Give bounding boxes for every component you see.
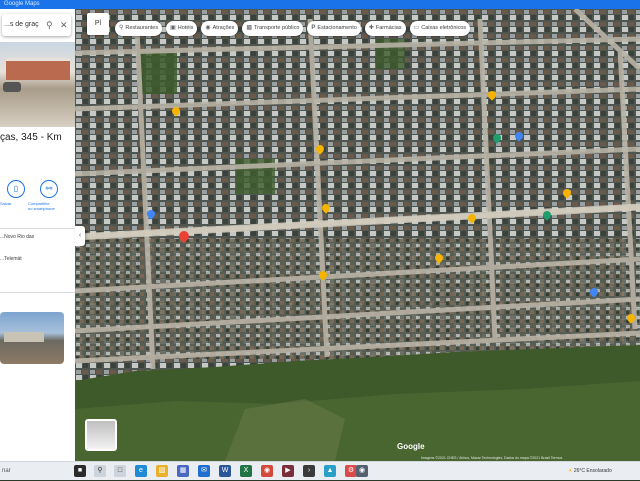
word-icon[interactable]: W <box>219 465 231 477</box>
collapse-panel-button[interactable]: ‹ <box>75 226 85 246</box>
pharmacy-icon: ✚ <box>368 24 374 31</box>
chip-parking[interactable]: P Estacionamento <box>307 20 361 36</box>
restaurant-icon: ⚲ <box>119 24 124 31</box>
divider <box>0 228 75 229</box>
place-actions: ▯ Salvar ⚯ Compartilhe no smartphone <box>0 180 75 222</box>
camera-icon: ◉ <box>205 24 211 31</box>
photos-icon[interactable]: ▲ <box>324 465 336 477</box>
chip-atms[interactable]: ▭ Caixas eletrônicos <box>409 20 471 36</box>
window-title: Google Maps <box>4 1 40 7</box>
taskbar-search[interactable]: nar <box>0 462 68 481</box>
phone-line: ...Telemát <box>0 256 22 262</box>
chip-hotels[interactable]: ▣ Hotéis <box>166 20 198 36</box>
building <box>4 332 44 342</box>
maps-icon[interactable]: ◉ <box>356 465 368 477</box>
media-icon[interactable]: ▶ <box>282 465 294 477</box>
map-attribution[interactable]: Imagens ©2021 CNES / Airbus, Maxar Techn… <box>421 456 562 460</box>
task-view-icon[interactable]: □ <box>114 465 126 477</box>
chip-restaurants[interactable]: ⚲ Restaurantes <box>115 20 163 36</box>
photos-thumbnail[interactable] <box>0 312 64 364</box>
weather-widget[interactable]: ☀ 26°C Ensolarado <box>568 462 612 481</box>
share-label[interactable]: Compartilhe no smartphone <box>28 201 68 211</box>
chip-transit[interactable]: ▩ Transporte público <box>242 20 304 36</box>
window-titlebar: Google Maps <box>0 0 640 9</box>
satellite-map[interactable]: Pl ⚲ Restaurantes ▣ Hotéis ◉ Atrações ▩ Tran… <box>75 9 640 461</box>
bookmark-icon[interactable]: ▯ <box>7 180 25 198</box>
start-icon[interactable]: ■ <box>74 465 86 477</box>
excel-icon[interactable]: X <box>240 465 252 477</box>
menu-button[interactable]: Pl <box>87 13 109 35</box>
car <box>3 82 21 92</box>
search-icon[interactable]: ⚲ <box>46 14 53 36</box>
close-icon[interactable]: ✕ <box>60 14 68 36</box>
hotel-icon: ▣ <box>170 24 176 31</box>
explorer-icon[interactable]: ▧ <box>156 465 168 477</box>
parking-icon: P <box>311 24 316 31</box>
chevron-left-icon: ‹ <box>78 232 82 239</box>
address-line: ...Novo Rio das <box>0 234 35 240</box>
edge-icon[interactable]: e <box>135 465 147 477</box>
search-text: ...s de graç <box>4 21 39 28</box>
store-icon[interactable]: ▦ <box>177 465 189 477</box>
taskbar: nar ■ ⚲ □ e ▧ ▦ ✉ W X ◉ ▶ › ▲ ⚙ ◉ ☀ 26°C… <box>0 461 640 480</box>
bus-icon: ▩ <box>246 24 253 31</box>
satellite-imagery <box>75 9 640 461</box>
place-title: ças, 345 - Km <box>0 132 62 143</box>
place-panel: ...s de graç ⚲ ✕ ças, 345 - Km ▯ Salvar … <box>0 9 75 461</box>
terminal-icon[interactable]: › <box>303 465 315 477</box>
building <box>6 58 70 80</box>
search-icon[interactable]: ⚲ <box>94 465 106 477</box>
atm-icon: ▭ <box>413 24 420 31</box>
sun-icon: ☀ <box>568 468 573 474</box>
place-photo[interactable] <box>0 42 75 127</box>
chip-attractions[interactable]: ◉ Atrações <box>201 20 239 36</box>
share-icon[interactable]: ⚯ <box>40 180 58 198</box>
search-input[interactable]: ...s de graç ⚲ ✕ <box>2 14 71 36</box>
layers-button[interactable] <box>85 419 117 451</box>
divider <box>0 292 75 293</box>
chip-pharmacies[interactable]: ✚ Farmácias <box>364 20 406 36</box>
chrome-icon[interactable]: ◉ <box>261 465 273 477</box>
mail-icon[interactable]: ✉ <box>198 465 210 477</box>
category-chips: ⚲ Restaurantes ▣ Hotéis ◉ Atrações ▩ Transpo… <box>115 18 471 38</box>
google-watermark: Google <box>397 442 425 451</box>
